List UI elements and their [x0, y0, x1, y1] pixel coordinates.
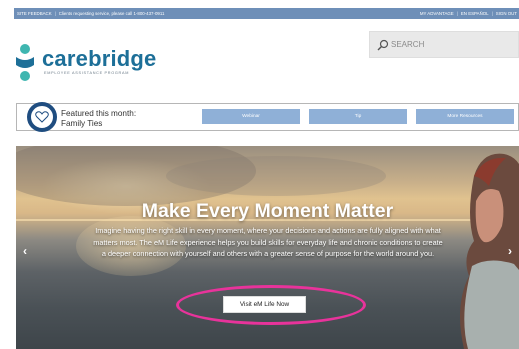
visit-em-life-button[interactable]: Visit eM Life Now [223, 296, 306, 313]
separator: | [491, 11, 493, 16]
featured-label-line2[interactable]: Family Ties [61, 119, 136, 129]
featured-badge [27, 102, 57, 132]
hero-banner: Make Every Moment Matter Imagine having … [16, 146, 519, 349]
carebridge-logo[interactable]: carebridge EMPLOYEE ASSISTANCE PROGRAM [14, 43, 174, 83]
search-box[interactable] [369, 31, 519, 58]
featured-label-line1: Featured this month: [61, 109, 137, 118]
service-notice: Clients requesting service, please call … [58, 11, 165, 16]
utility-bar: SITE FEEDBACK | Clients requesting service… [14, 8, 519, 19]
chevron-left-icon[interactable]: ‹ [20, 244, 30, 258]
hero-title: Make Every Moment Matter [141, 200, 394, 222]
site-feedback-link[interactable]: SITE FEEDBACK [17, 11, 52, 16]
my-advantage-link[interactable]: MY ADVANTAGE [420, 11, 454, 16]
more-resources-button[interactable]: More Resources [416, 109, 514, 124]
brand-name: carebridge [42, 46, 157, 71]
featured-bar: Featured this month: Family Ties Webinar… [16, 102, 519, 132]
utility-bar-left: SITE FEEDBACK | Clients requesting service… [17, 8, 164, 19]
search-icon [377, 39, 389, 50]
carebridge-logo-icon [16, 44, 34, 81]
heart-icon [35, 111, 49, 123]
sign-out-link[interactable]: SIGN OUT [496, 11, 517, 16]
hero-cloud [166, 156, 386, 196]
utility-bar-right: MY ADVANTAGE | EN ESPAÑOL | SIGN OUT [420, 8, 517, 19]
featured-label: Featured this month: Family Ties [61, 109, 136, 128]
separator: | [456, 11, 458, 16]
separator: | [54, 11, 56, 16]
search-input[interactable] [391, 40, 501, 49]
tip-button[interactable]: Tip [309, 109, 407, 124]
webinar-button[interactable]: Webinar [202, 109, 300, 124]
brand-tagline: EMPLOYEE ASSISTANCE PROGRAM [44, 71, 130, 75]
chevron-right-icon[interactable]: › [505, 244, 515, 258]
espanol-link[interactable]: EN ESPAÑOL [461, 11, 489, 16]
hero-body: Imagine having the right skill in every … [93, 226, 443, 258]
